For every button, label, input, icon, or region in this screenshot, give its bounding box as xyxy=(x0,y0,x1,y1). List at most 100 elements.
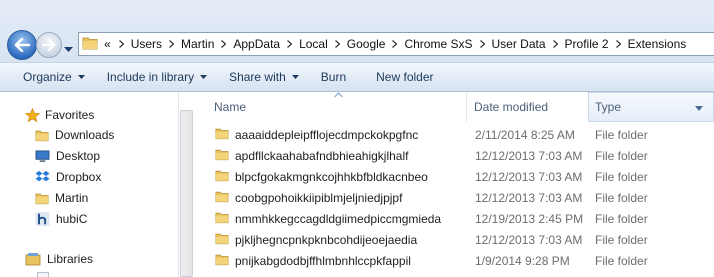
recent-pages-dropdown[interactable] xyxy=(64,42,73,56)
hubic-icon xyxy=(35,212,50,226)
file-type: File folder xyxy=(595,127,648,142)
table-row[interactable]: pjkljhegncpnkpknbcohdijeoejaedia 12/12/20… xyxy=(195,229,714,250)
file-type: File folder xyxy=(595,232,648,247)
file-date-modified: 12/12/2013 7:03 AM xyxy=(475,169,583,184)
chevron-down-icon xyxy=(291,75,299,79)
chevron-right-icon[interactable] xyxy=(392,40,398,48)
breadcrumb-item[interactable]: Martin xyxy=(162,37,214,51)
folder-icon xyxy=(215,190,229,206)
address-bar-row: « Users Martin AppData Local Google Chrome Sx… xyxy=(0,0,714,62)
favorites-label: Favorites xyxy=(45,108,95,122)
file-date-modified: 12/12/2013 7:03 AM xyxy=(475,190,583,205)
library-item-icon xyxy=(37,272,49,277)
chevron-down-icon xyxy=(200,75,208,79)
table-row[interactable]: blpcfgokakmgnkcojhhkbfbldkacnbeo 12/12/20… xyxy=(195,166,714,187)
file-date-modified: 12/12/2013 7:03 AM xyxy=(475,232,583,247)
file-list: Name Date modified Type aaaaiddepleipffl… xyxy=(195,92,714,277)
back-button[interactable] xyxy=(7,30,37,60)
chevron-right-icon[interactable] xyxy=(479,40,485,48)
breadcrumb-item[interactable]: AppData xyxy=(214,37,280,51)
organize-button[interactable]: Organize xyxy=(0,63,93,91)
chevron-right-icon[interactable] xyxy=(287,40,293,48)
nav-item-label: Downloads xyxy=(55,128,115,142)
breadcrumb-item[interactable]: User Data xyxy=(473,37,546,51)
nav-item-downloads[interactable]: Downloads xyxy=(35,125,114,145)
breadcrumb-item[interactable]: Google xyxy=(328,37,386,51)
table-row[interactable]: pnijkabgdodbjffhlmbnhlccpkfappil 1/9/2014… xyxy=(195,250,714,271)
file-type: File folder xyxy=(595,211,648,226)
breadcrumb-label: Google xyxy=(346,37,386,51)
chevron-down-icon xyxy=(77,75,85,79)
libraries-header[interactable]: Libraries xyxy=(25,249,93,269)
organize-label: Organize xyxy=(23,70,72,84)
arrow-right-icon xyxy=(42,39,56,51)
file-name: coobgpohoikkiipiblmjeljniedjpjpf xyxy=(235,190,403,205)
folder-icon xyxy=(215,253,229,269)
chevron-right-icon[interactable] xyxy=(334,40,340,48)
file-type: File folder xyxy=(595,190,648,205)
chevron-right-icon[interactable] xyxy=(221,40,227,48)
breadcrumb-item[interactable]: Chrome SxS xyxy=(385,37,473,51)
chevron-right-icon[interactable] xyxy=(615,40,621,48)
breadcrumb: Users Martin AppData Local Google Chrome SxS U… xyxy=(117,37,687,51)
column-header-date-modified[interactable]: Date modified xyxy=(474,92,584,122)
file-name: aaaaiddepleipfflojecdmpckokpgfnc xyxy=(235,127,419,142)
favorites-header[interactable]: Favorites xyxy=(25,105,94,125)
new-folder-label: New folder xyxy=(376,70,434,84)
new-folder-button[interactable]: New folder xyxy=(368,63,441,91)
breadcrumb-label: Extensions xyxy=(627,37,687,51)
breadcrumb-overflow[interactable]: « xyxy=(104,37,111,51)
navigation-scrollbar[interactable] xyxy=(180,110,193,277)
navigation-pane: Favorites Downloads Desktop Dropbox Mart… xyxy=(0,92,178,277)
chevron-right-icon[interactable] xyxy=(118,40,124,48)
folder-icon xyxy=(215,127,229,143)
nav-item-label: hubiC xyxy=(56,212,88,226)
chevron-right-icon[interactable] xyxy=(552,40,558,48)
nav-item-martin[interactable]: Martin xyxy=(35,188,88,208)
file-date-modified: 1/9/2014 9:28 PM xyxy=(475,253,570,268)
include-in-library-button[interactable]: Include in library xyxy=(99,63,215,91)
folder-icon xyxy=(82,36,98,53)
address-bar[interactable]: « Users Martin AppData Local Google Chrome Sx… xyxy=(78,32,714,56)
breadcrumb-label: User Data xyxy=(491,37,546,51)
nav-item-desktop[interactable]: Desktop xyxy=(35,146,100,166)
column-header-name[interactable]: Name xyxy=(214,92,464,122)
file-name: pjkljhegncpnkpknbcohdijeoejaedia xyxy=(235,232,418,247)
chevron-down-icon[interactable] xyxy=(695,106,703,111)
libraries-icon xyxy=(25,253,41,266)
column-header-type[interactable]: Type xyxy=(588,92,714,122)
desktop-icon xyxy=(35,149,50,162)
column-divider[interactable] xyxy=(466,92,467,122)
breadcrumb-item[interactable]: Profile 2 xyxy=(546,37,609,51)
folder-icon xyxy=(35,193,49,204)
file-date-modified: 2/11/2014 8:25 AM xyxy=(475,127,575,142)
nav-item-label: Desktop xyxy=(56,149,101,163)
table-row[interactable]: apdfllckaahabafndbhieahigkjlhalf 12/12/20… xyxy=(195,145,714,166)
star-icon xyxy=(25,107,40,122)
nav-item-hubic[interactable]: hubiC xyxy=(35,209,87,229)
folder-icon xyxy=(35,130,49,141)
arrow-left-icon xyxy=(14,38,30,52)
file-name: blpcfgokakmgnkcojhhkbfbldkacnbeo xyxy=(235,169,428,184)
libraries-label: Libraries xyxy=(47,252,94,266)
breadcrumb-item[interactable]: Users xyxy=(117,37,162,51)
breadcrumb-item[interactable]: Extensions xyxy=(609,37,687,51)
column-type-label: Type xyxy=(595,100,622,114)
breadcrumb-item[interactable]: Local xyxy=(280,37,328,51)
table-row[interactable]: coobgpohoikkiipiblmjeljniedjpjpf 12/12/20… xyxy=(195,187,714,208)
table-row[interactable]: aaaaiddepleipfflojecdmpckokpgfnc 2/11/201… xyxy=(195,124,714,145)
table-row[interactable]: nmmhkkegccagdldgiimedpiccmgmieda 12/19/20… xyxy=(195,208,714,229)
file-name: pnijkabgdodbjffhlmbnhlccpkfappil xyxy=(235,253,411,268)
burn-button[interactable]: Burn xyxy=(313,63,354,91)
share-with-button[interactable]: Share with xyxy=(221,63,307,91)
file-name: apdfllckaahabafndbhieahigkjlhalf xyxy=(235,148,409,163)
file-type: File folder xyxy=(595,148,648,163)
chevron-down-icon xyxy=(64,47,73,52)
command-bar: Organize Include in library Share with B… xyxy=(0,62,714,92)
forward-button[interactable] xyxy=(36,32,62,58)
breadcrumb-label: AppData xyxy=(233,37,281,51)
breadcrumb-label: Local xyxy=(299,37,328,51)
nav-item-dropbox[interactable]: Dropbox xyxy=(35,167,101,187)
chevron-right-icon[interactable] xyxy=(169,40,175,48)
file-type: File folder xyxy=(595,169,648,184)
